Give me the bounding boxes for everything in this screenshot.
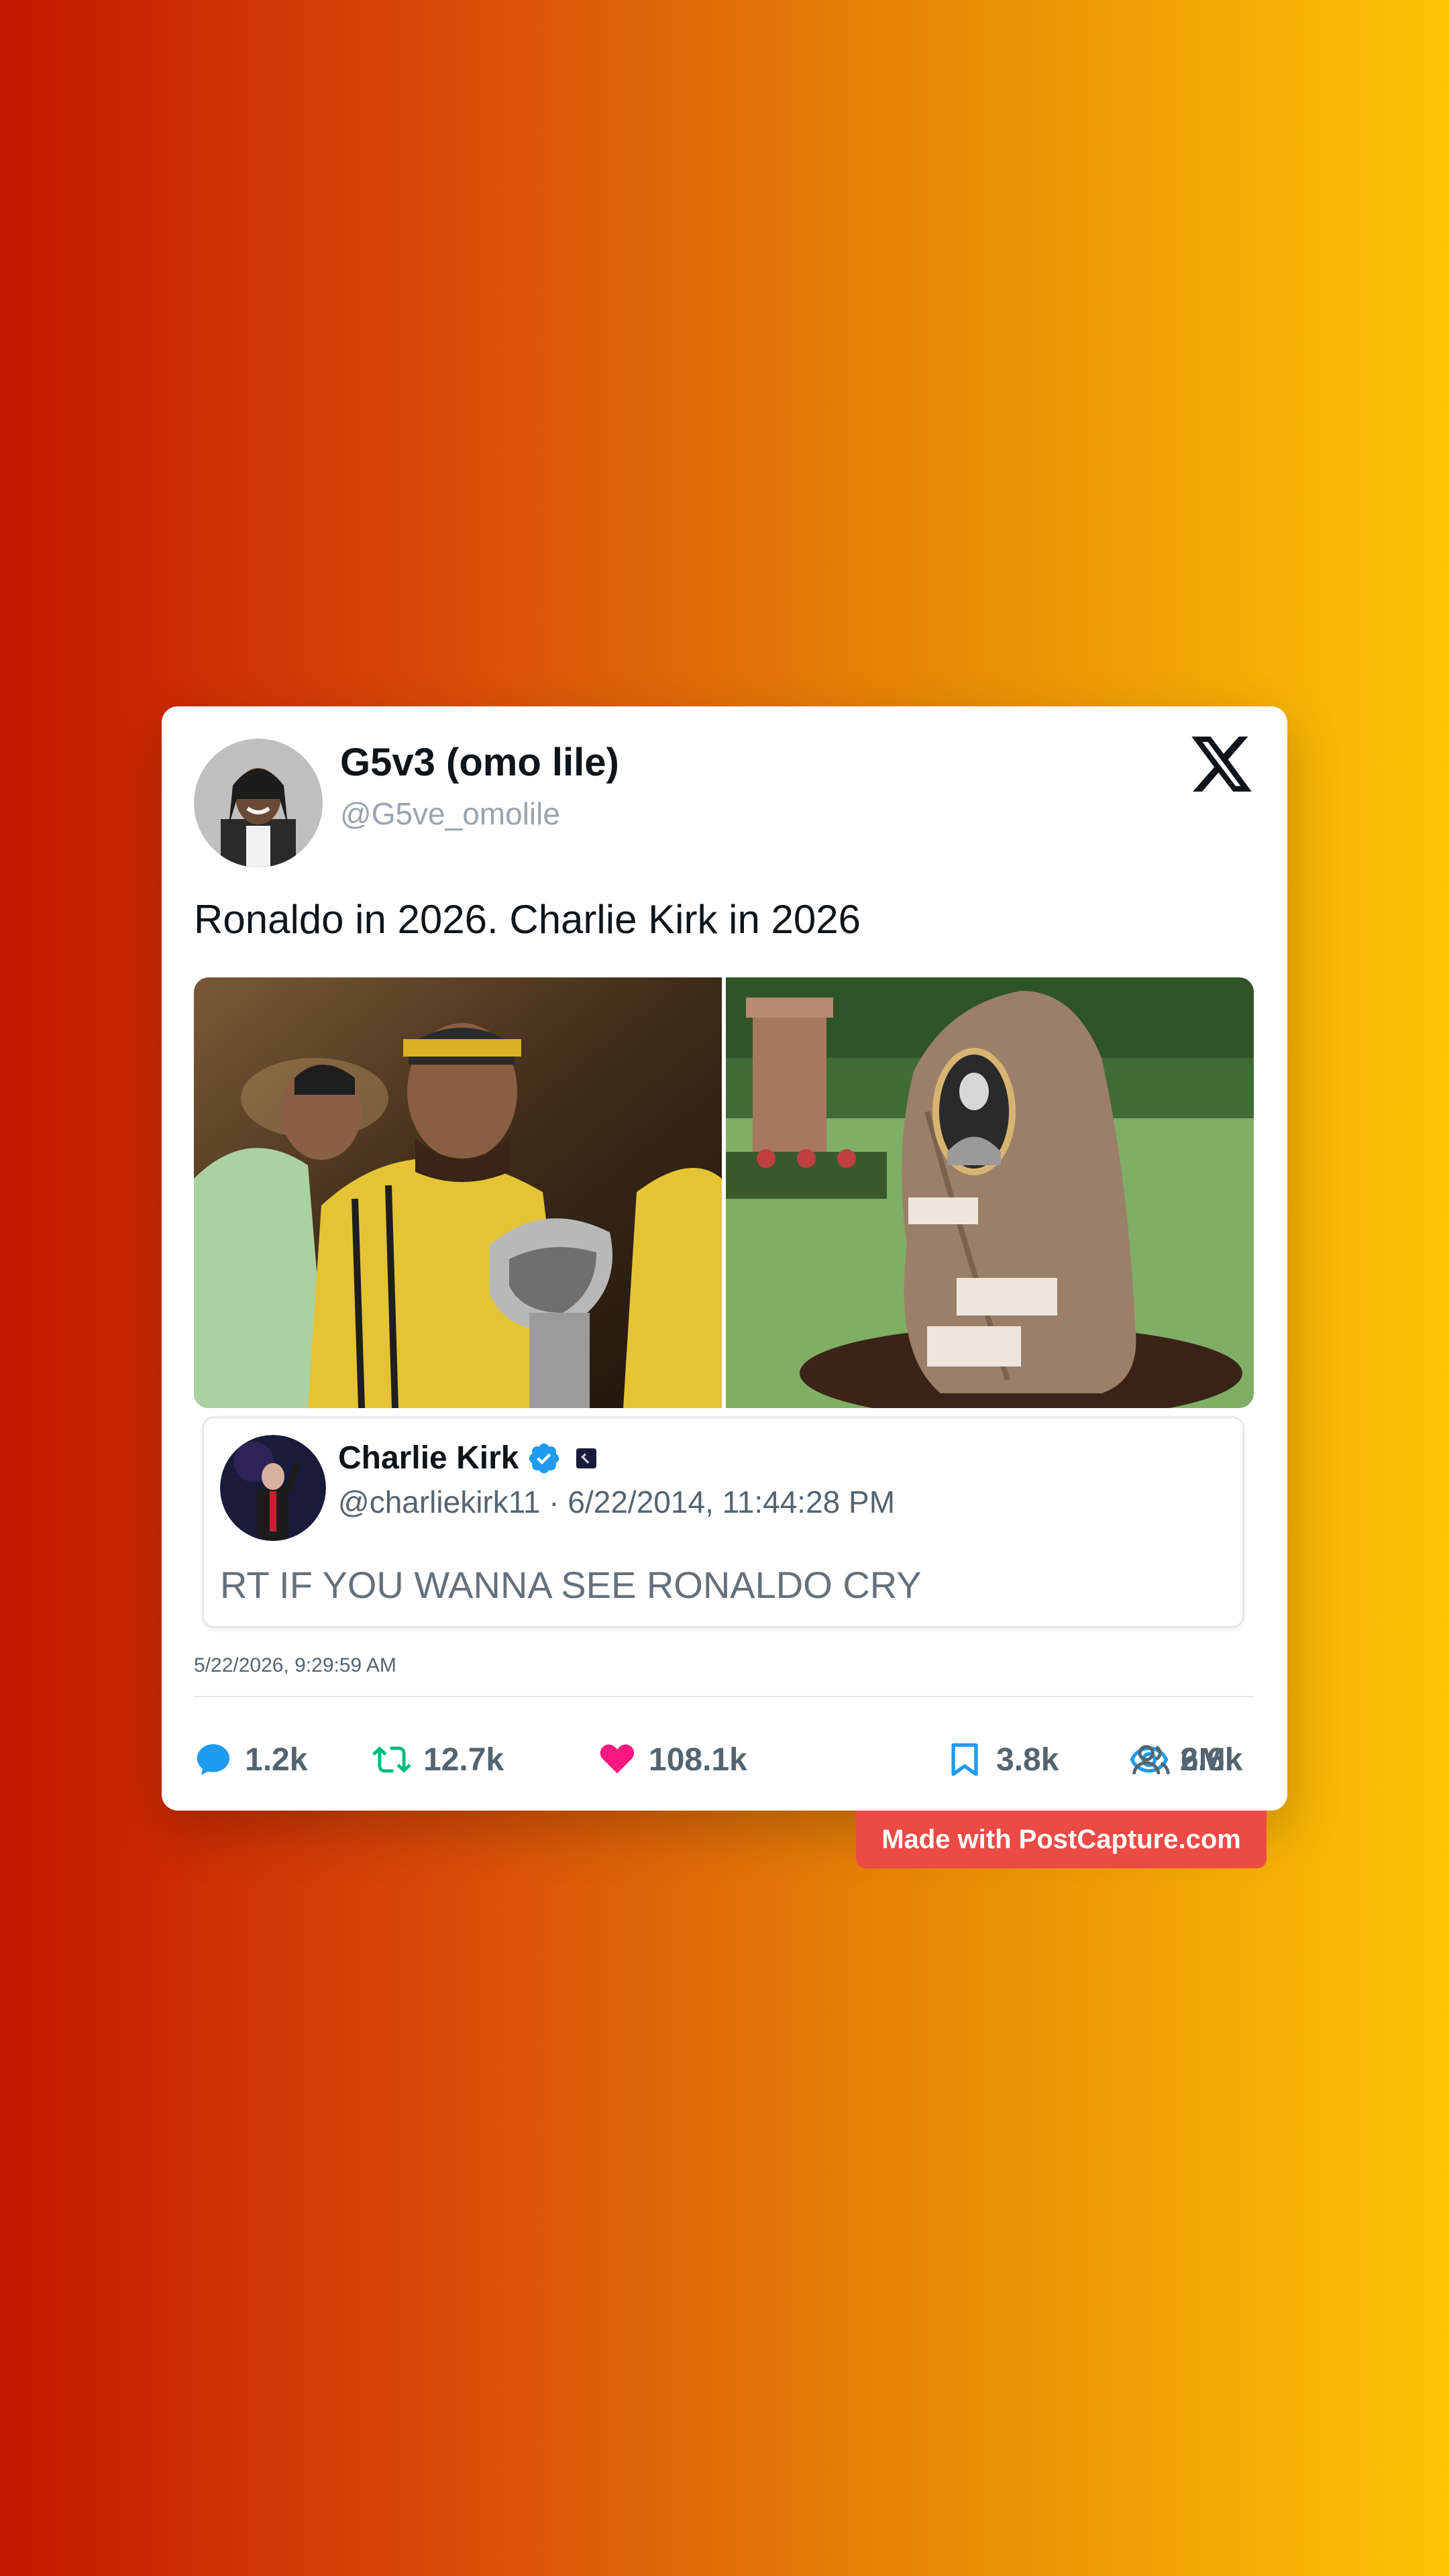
author-handle[interactable]: @G5ve_omolile [340,796,560,832]
divider [194,1696,1254,1697]
author-name[interactable]: G5v3 (omo lile) [340,740,619,785]
bookmark-stat[interactable]: 3.8k [945,1739,1059,1780]
like-stat[interactable]: 108.1k [598,1739,747,1780]
post-timestamp: 5/22/2026, 9:29:59 AM [194,1654,396,1676]
users-icon [1132,1745,1170,1774]
meta-separator: · [549,1485,559,1519]
quoted-author-name[interactable]: Charlie Kirk [338,1440,519,1477]
repost-stat[interactable]: 12.7k [372,1739,504,1780]
postcapture-watermark[interactable]: Made with PostCapture.com [856,1811,1267,1868]
quoted-author-avatar[interactable] [220,1435,326,1541]
author-avatar[interactable] [194,739,323,867]
followers-stat[interactable]: 2.6k [1132,1739,1242,1780]
bookmark-count: 3.8k [996,1741,1059,1778]
affiliation-badge-icon [576,1448,597,1468]
like-count: 108.1k [649,1741,747,1778]
quoted-author-handle[interactable]: @charliekirk11 [338,1485,541,1519]
reply-icon [197,1744,230,1775]
post-card: G5v3 (omo lile) @G5ve_omolile Ronaldo in… [162,706,1287,1811]
media-image-ronaldo-trophy[interactable] [194,977,722,1408]
verified-badge-icon [529,1443,559,1473]
quoted-post[interactable]: Charlie Kirk @charliekirk11 · 6/22/2014,… [202,1416,1244,1628]
followers-count: 2.6k [1180,1741,1243,1778]
heart-icon [600,1744,635,1774]
reply-stat[interactable]: 1.2k [194,1739,307,1780]
quoted-author-row: Charlie Kirk [338,1440,597,1477]
bookmark-icon [951,1743,978,1776]
engagement-stats: 1.2k 12.7k 108.1k 3.8k 6M [194,1739,1254,1780]
reply-count: 1.2k [245,1741,308,1778]
repost-icon [372,1746,411,1773]
quoted-text: RT IF YOU WANNA SEE RONALDO CRY [220,1564,922,1606]
media-image-memorial-stone[interactable] [726,977,1254,1408]
x-logo-icon [1191,737,1252,792]
repost-count: 12.7k [423,1741,504,1778]
post-text: Ronaldo in 2026. Charlie Kirk in 2026 [194,897,861,942]
quoted-date: 6/22/2014, 11:44:28 PM [568,1485,896,1519]
media-grid [194,977,1254,1408]
quoted-meta: @charliekirk11 · 6/22/2014, 11:44:28 PM [338,1484,895,1520]
